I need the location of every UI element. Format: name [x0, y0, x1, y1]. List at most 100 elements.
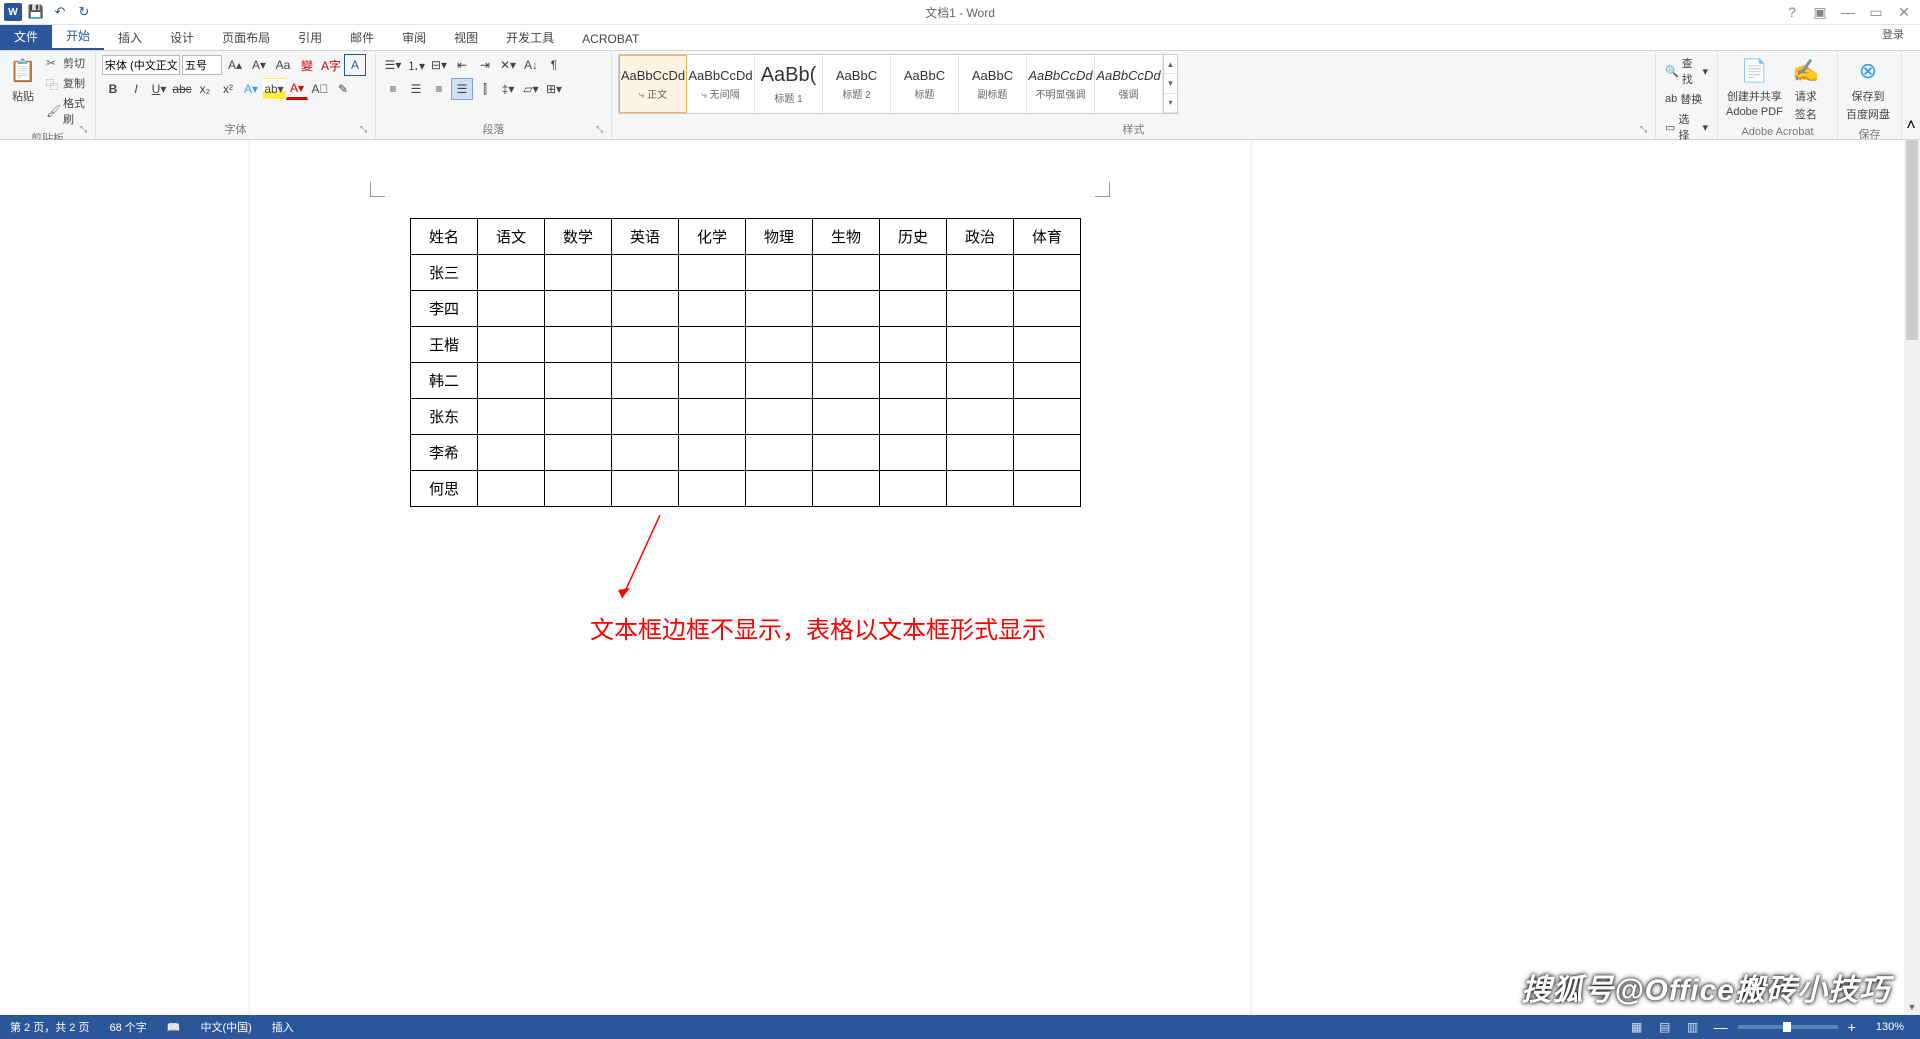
table-cell[interactable]	[612, 327, 679, 363]
decrease-indent-button[interactable]: ⇤	[451, 54, 473, 76]
enclose-char-button[interactable]: A⃝	[309, 78, 331, 100]
table-cell[interactable]	[746, 291, 813, 327]
save-button[interactable]: 💾	[26, 2, 46, 22]
zoom-level[interactable]: 130%	[1866, 1021, 1914, 1033]
justify-button[interactable]: ☰	[451, 78, 473, 100]
table-cell[interactable]	[1014, 327, 1081, 363]
table-cell[interactable]	[947, 471, 1014, 507]
spellcheck-icon[interactable]: 📖	[157, 1021, 191, 1034]
align-left-button[interactable]: ≡	[382, 78, 404, 100]
tab-mail[interactable]: 邮件	[336, 25, 388, 50]
table-name-cell[interactable]: 王楷	[411, 327, 478, 363]
tab-file[interactable]: 文件	[0, 23, 52, 50]
align-center-button[interactable]: ☰	[405, 78, 427, 100]
scroll-down-button[interactable]: ▼	[1904, 999, 1920, 1015]
table-cell[interactable]	[679, 255, 746, 291]
subscript-button[interactable]: x₂	[194, 78, 216, 100]
table-cell[interactable]	[1014, 471, 1081, 507]
table-header-cell[interactable]: 化学	[679, 219, 746, 255]
tab-references[interactable]: 引用	[284, 25, 336, 50]
table-cell[interactable]	[947, 435, 1014, 471]
table-cell[interactable]	[545, 255, 612, 291]
table-cell[interactable]	[1014, 291, 1081, 327]
style-item-5[interactable]: AaBbC副标题	[959, 55, 1027, 113]
borders-button[interactable]: ⊞▾	[543, 78, 565, 100]
table-cell[interactable]	[679, 363, 746, 399]
table-cell[interactable]	[478, 291, 545, 327]
table-cell[interactable]	[545, 399, 612, 435]
table-name-cell[interactable]: 张东	[411, 399, 478, 435]
tab-review[interactable]: 审阅	[388, 25, 440, 50]
table-cell[interactable]	[545, 291, 612, 327]
table-cell[interactable]	[880, 363, 947, 399]
language-indicator[interactable]: 中文(中国)	[190, 1019, 261, 1035]
asian-layout-button[interactable]: ✕▾	[497, 54, 519, 76]
grades-table[interactable]: 姓名语文数学英语化学物理生物历史政治体育张三李四王楷韩二张东李希何思	[410, 218, 1081, 507]
ribbon-toggle-button[interactable]: ▣	[1810, 2, 1830, 22]
table-name-cell[interactable]: 李四	[411, 291, 478, 327]
gallery-down[interactable]: ▼	[1164, 74, 1177, 93]
style-item-1[interactable]: AaBbCcDd⤷ 无间隔	[687, 55, 755, 113]
tab-insert[interactable]: 插入	[104, 25, 156, 50]
table-header-cell[interactable]: 语文	[478, 219, 545, 255]
table-cell[interactable]	[746, 363, 813, 399]
bullets-button[interactable]: ☰▾	[382, 54, 404, 76]
sort-button[interactable]: A↓	[520, 54, 542, 76]
table-header-cell[interactable]: 数学	[545, 219, 612, 255]
table-cell[interactable]	[746, 255, 813, 291]
char-border-button[interactable]: A	[344, 54, 366, 76]
bold-button[interactable]: B	[102, 78, 124, 100]
find-button[interactable]: 🔍查找▾	[1662, 54, 1711, 88]
table-header-cell[interactable]: 物理	[746, 219, 813, 255]
select-button[interactable]: ▭选择▾	[1662, 110, 1711, 144]
gallery-more[interactable]: ▾	[1164, 94, 1177, 113]
table-cell[interactable]	[478, 327, 545, 363]
table-cell[interactable]	[679, 291, 746, 327]
paste-button[interactable]: 📋 粘贴	[6, 54, 40, 106]
table-cell[interactable]	[813, 291, 880, 327]
table-name-cell[interactable]: 何思	[411, 471, 478, 507]
table-header-cell[interactable]: 姓名	[411, 219, 478, 255]
shrink-font-button[interactable]: A▾	[248, 54, 270, 76]
zoom-out-button[interactable]: —	[1710, 1019, 1732, 1035]
table-cell[interactable]	[880, 435, 947, 471]
table-header-cell[interactable]: 生物	[813, 219, 880, 255]
table-cell[interactable]	[813, 363, 880, 399]
style-item-4[interactable]: AaBbC标题	[891, 55, 959, 113]
table-cell[interactable]	[612, 435, 679, 471]
scroll-thumb[interactable]	[1906, 140, 1918, 340]
table-cell[interactable]	[612, 363, 679, 399]
replace-button[interactable]: ab替换	[1662, 90, 1711, 108]
table-cell[interactable]	[612, 291, 679, 327]
table-cell[interactable]	[1014, 255, 1081, 291]
format-painter-button[interactable]: 🖌格式刷	[44, 94, 89, 128]
table-cell[interactable]	[880, 399, 947, 435]
tab-design[interactable]: 设计	[156, 25, 208, 50]
table-header-cell[interactable]: 英语	[612, 219, 679, 255]
table-cell[interactable]	[1014, 435, 1081, 471]
table-cell[interactable]	[679, 399, 746, 435]
strikethrough-button[interactable]: abc	[171, 78, 193, 100]
font-size-combo[interactable]	[182, 55, 222, 75]
font-color-button[interactable]: A▾	[286, 78, 308, 100]
phonetic-guide-button[interactable]: 變	[296, 54, 318, 76]
page-indicator[interactable]: 第 2 页，共 2 页	[0, 1019, 99, 1035]
table-cell[interactable]	[746, 471, 813, 507]
web-layout-button[interactable]: ▥	[1682, 1018, 1704, 1036]
table-cell[interactable]	[947, 291, 1014, 327]
table-name-cell[interactable]: 李希	[411, 435, 478, 471]
redo-button[interactable]: ↻	[74, 2, 94, 22]
table-cell[interactable]	[880, 255, 947, 291]
table-cell[interactable]	[545, 327, 612, 363]
table-cell[interactable]	[746, 435, 813, 471]
baidu-save-button[interactable]: ⊗ 保存到 百度网盘	[1844, 54, 1892, 124]
table-cell[interactable]	[612, 255, 679, 291]
clear-format-button[interactable]: ✎	[332, 78, 354, 100]
highlight-button[interactable]: ab▾	[263, 78, 285, 100]
table-cell[interactable]	[947, 363, 1014, 399]
style-item-0[interactable]: AaBbCcDd⤷ 正文	[619, 55, 687, 113]
read-mode-button[interactable]: ▦	[1626, 1018, 1648, 1036]
table-cell[interactable]	[478, 255, 545, 291]
table-cell[interactable]	[813, 399, 880, 435]
table-cell[interactable]	[478, 471, 545, 507]
